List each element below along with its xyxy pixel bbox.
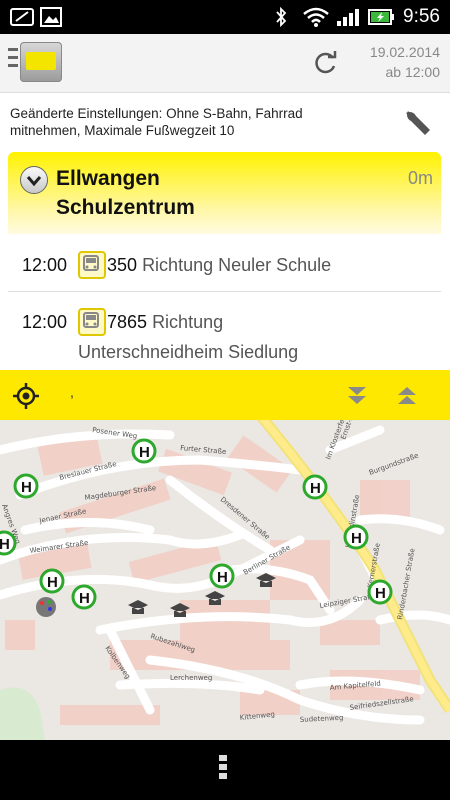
map-toolbar: , <box>0 370 450 420</box>
location-text: , <box>70 384 74 400</box>
stop-name-line1: Ellwangen <box>56 167 160 190</box>
direction-text-line2: Unterschneidheim Siedlung <box>78 342 299 362</box>
status-time: 9:56 <box>403 6 440 27</box>
bus-stop-marker: H <box>302 474 328 500</box>
collapse-down-icon[interactable] <box>344 383 370 409</box>
departure-row[interactable]: 12:00 7865 Richtung Unterschneidheim Sie… <box>8 305 441 369</box>
bus-stop-marker: H <box>13 473 39 499</box>
date-time-selector[interactable]: 19.02.2014 ab 12:00 <box>370 42 440 82</box>
poi-icon <box>36 597 56 617</box>
departure-row[interactable]: 12:00 350 Richtung Neuler Schule <box>8 251 441 287</box>
svg-text:H: H <box>0 536 10 553</box>
stop-name-line2: Schulzentrum <box>56 196 195 219</box>
line-number: 350 <box>107 255 138 275</box>
time-label: ab 12:00 <box>385 64 441 80</box>
bus-stop-marker: H <box>343 524 369 550</box>
bus-icon <box>78 308 106 336</box>
direction-text: Richtung Neuler Schule <box>142 255 332 275</box>
svg-text:H: H <box>139 444 150 461</box>
app-header: 19.02.2014 ab 12:00 <box>0 34 450 93</box>
svg-text:H: H <box>375 585 386 602</box>
system-nav-bar <box>0 740 450 800</box>
svg-text:H: H <box>21 479 32 496</box>
bluetooth-icon <box>276 7 287 27</box>
overflow-menu-icon[interactable] <box>219 755 227 785</box>
date-label: 19.02.2014 <box>369 44 440 60</box>
expand-up-icon[interactable] <box>394 383 420 409</box>
divider <box>8 291 441 292</box>
wifi-icon <box>303 7 329 27</box>
bus-stop-marker: H <box>39 568 65 594</box>
stop-name: Ellwangen Schulzentrum <box>56 164 195 222</box>
map-view[interactable]: Posener Weg Breslauer Straße Magdeburger… <box>0 420 450 740</box>
status-bar: 9:56 <box>0 0 450 34</box>
stop-distance: 0m <box>407 168 433 188</box>
signal-strength-icon <box>337 9 359 26</box>
line-number: 7865 <box>107 312 148 332</box>
direction-text: Richtung <box>152 312 224 332</box>
departures-panel: Geänderte Einstellungen: Ohne S-Bahn, Fa… <box>0 93 450 370</box>
chevron-down-icon[interactable] <box>20 166 48 194</box>
bus-stop-marker: H <box>209 563 235 589</box>
image-notification-icon <box>40 7 62 27</box>
map-canvas[interactable]: Posener Weg Breslauer Straße Magdeburger… <box>0 420 450 740</box>
refresh-icon[interactable] <box>313 50 339 76</box>
locate-me-icon[interactable] <box>12 382 40 410</box>
bus-stop-marker: H <box>0 530 17 556</box>
departure-time: 12:00 <box>22 312 68 332</box>
departure-time: 12:00 <box>22 255 68 275</box>
notification-app-icon <box>10 8 34 26</box>
svg-text:H: H <box>351 530 362 547</box>
bus-stop-marker: H <box>131 438 157 464</box>
app-logo[interactable] <box>20 42 62 82</box>
stop-header[interactable]: Ellwangen Schulzentrum 0m <box>8 152 441 234</box>
menu-icon[interactable] <box>8 48 18 78</box>
bus-stop-marker: H <box>367 579 393 605</box>
svg-text:H: H <box>217 569 228 586</box>
bus-icon <box>78 251 106 279</box>
wrench-icon[interactable] <box>402 107 432 137</box>
street-label: Lerchenweg <box>170 674 212 682</box>
changed-settings-text: Geänderte Einstellungen: Ohne S-Bahn, Fa… <box>10 106 303 138</box>
svg-text:H: H <box>79 590 90 607</box>
bus-stop-marker: H <box>71 584 97 610</box>
battery-icon <box>368 9 394 25</box>
svg-text:H: H <box>310 480 321 497</box>
svg-text:H: H <box>47 574 58 591</box>
